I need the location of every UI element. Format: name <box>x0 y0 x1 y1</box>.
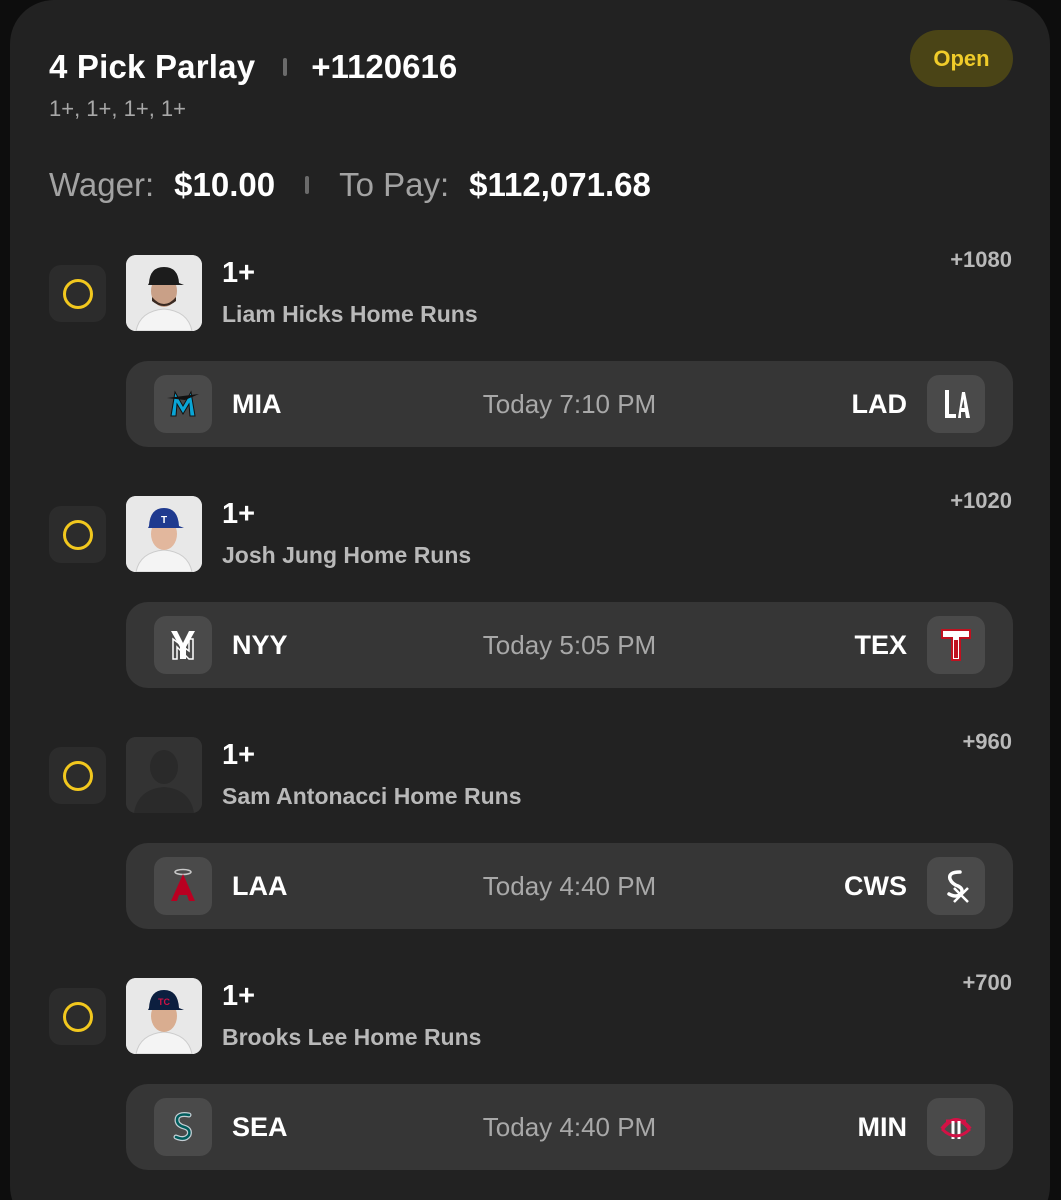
leg-line: 1+ <box>222 980 256 1012</box>
svg-text:TC: TC <box>158 997 170 1007</box>
leg-status-indicator <box>49 506 106 563</box>
leg-line: 1+ <box>222 257 256 289</box>
parlay-leg[interactable]: 1+ Liam Hicks Home Runs +1080 MIA Today … <box>0 241 1061 471</box>
home-team: MIN <box>857 1112 908 1142</box>
leg-odds: +1020 <box>950 488 1012 513</box>
divider <box>283 58 288 76</box>
wager-value: $10.00 <box>174 166 276 203</box>
parlay-title: 4 Pick Parlay <box>49 48 256 85</box>
leg-market: Josh Jung Home Runs <box>222 542 472 568</box>
svg-text:T: T <box>161 515 167 526</box>
game-row: LAA Today 4:40 PM CWS <box>126 843 1013 929</box>
game-row: MIA Today 7:10 PM LAD <box>126 361 1013 447</box>
player-headshot <box>126 255 202 331</box>
parlay-leg[interactable]: TC 1+ Brooks Lee Home Runs +700 SEA Toda… <box>0 964 1061 1194</box>
dodgers-logo-icon <box>927 375 985 433</box>
home-team: LAD <box>851 389 908 419</box>
leg-status-indicator <box>49 988 106 1045</box>
wager-label: Wager: <box>49 166 155 203</box>
player-headshot: T <box>126 496 202 572</box>
parlay-leg[interactable]: 1+ Sam Antonacci Home Runs +960 LAA Toda… <box>0 723 1061 953</box>
parlay-total-odds: +1120616 <box>311 48 458 85</box>
white-sox-logo-icon <box>927 857 985 915</box>
rangers-logo-icon <box>927 616 985 674</box>
leg-odds: +1080 <box>950 247 1012 272</box>
player-headshot: TC <box>126 978 202 1054</box>
game-row: NYY Today 5:05 PM TEX <box>126 602 1013 688</box>
leg-status-indicator <box>49 747 106 804</box>
leg-market: Sam Antonacci Home Runs <box>222 783 522 809</box>
pending-circle-icon <box>62 278 93 309</box>
leg-market: Liam Hicks Home Runs <box>222 301 478 327</box>
payout-label: To Pay: <box>339 166 450 203</box>
leg-odds: +700 <box>962 970 1012 995</box>
pending-circle-icon <box>62 519 93 550</box>
status-badge: Open <box>910 30 1013 87</box>
payout-value: $112,071.68 <box>469 166 651 203</box>
parlay-leg[interactable]: T 1+ Josh Jung Home Runs +1020 NYY Today… <box>0 482 1061 712</box>
home-team: TEX <box>854 630 907 660</box>
parlay-header: 4 Pick Parlay +1120616 <box>49 48 457 86</box>
leg-line: 1+ <box>222 739 256 771</box>
leg-status-indicator <box>49 265 106 322</box>
game-row: SEA Today 4:40 PM MIN <box>126 1084 1013 1170</box>
leg-market: Brooks Lee Home Runs <box>222 1024 482 1050</box>
pending-circle-icon <box>62 1001 93 1032</box>
player-placeholder <box>126 737 202 813</box>
home-team: CWS <box>844 871 907 901</box>
pending-circle-icon <box>62 760 93 791</box>
parlay-lines-summary: 1+, 1+, 1+, 1+ <box>49 96 187 121</box>
twins-logo-icon <box>927 1098 985 1156</box>
divider <box>305 176 310 194</box>
leg-line: 1+ <box>222 498 256 530</box>
wager-summary: Wager: $10.00 To Pay: $112,071.68 <box>49 166 651 204</box>
leg-odds: +960 <box>962 729 1012 754</box>
